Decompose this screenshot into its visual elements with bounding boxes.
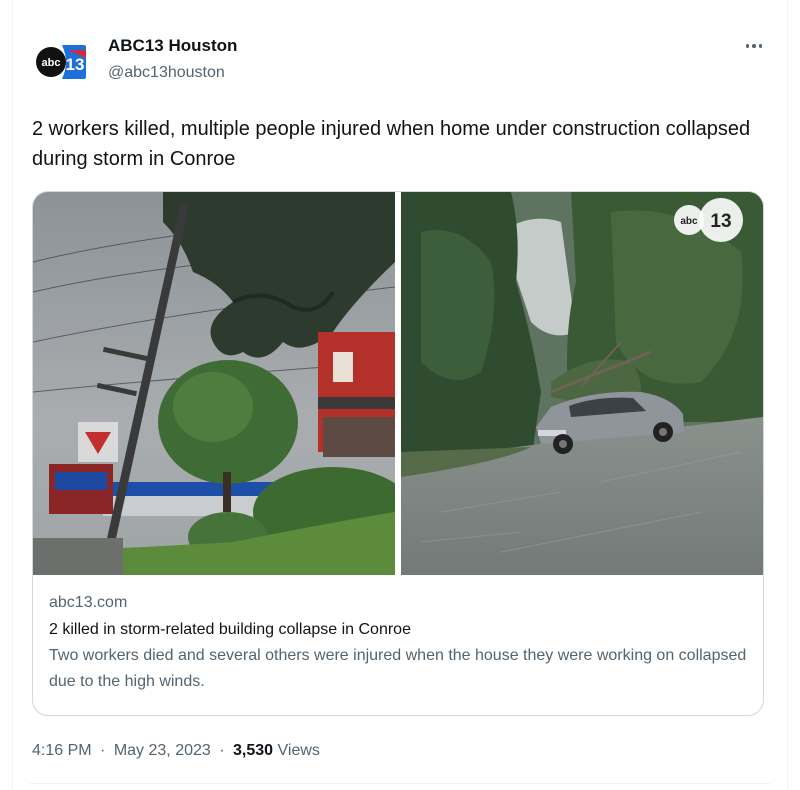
meta-separator-2: · [219,742,225,759]
avatar[interactable]: abc 13 [32,40,88,84]
card-photo-storm-street[interactable] [33,192,395,575]
more-horizontal-icon-dot [758,44,763,48]
svg-text:13: 13 [710,211,731,232]
car-fallen-tree-photo: abc 13 [401,192,763,575]
card-photo-car-fallen-tree[interactable]: abc 13 [401,192,763,575]
more-options-button[interactable] [740,34,768,58]
more-horizontal-icon [745,44,750,48]
divider [30,783,770,784]
svg-text:abc: abc [680,216,698,227]
author-handle[interactable]: @abc13houston [108,62,237,84]
card-body[interactable]: abc13.com 2 killed in storm-related buil… [49,592,747,695]
tweet-text: 2 workers killed, multiple people injure… [32,118,751,170]
card-media[interactable]: abc 13 [33,192,763,575]
tweet-time[interactable]: 4:16 PM [32,742,92,759]
card-title[interactable]: 2 killed in storm-related building colla… [49,619,747,641]
author-display-name[interactable]: ABC13 Houston [108,36,237,56]
card-description[interactable]: Two workers died and several others were… [49,643,747,695]
meta-separator: · [100,742,106,759]
views-label[interactable]: Views [278,742,320,759]
views-count[interactable]: 3,530 [233,742,273,759]
tweet-meta: 4:16 PM · May 23, 2023 · 3,530 Views [32,740,320,762]
card-domain[interactable]: abc13.com [49,592,747,614]
link-card[interactable]: abc 13 abc13.com 2 killed in storm-relat… [32,191,764,716]
svg-text:abc: abc [42,57,61,69]
tweet-date[interactable]: May 23, 2023 [114,742,211,759]
more-horizontal-icon-dot [752,44,756,48]
storm-street-photo [33,192,395,575]
abc13-logo-icon: abc 13 [36,45,86,79]
svg-text:13: 13 [66,55,85,74]
author-block: ABC13 Houston @abc13houston [108,36,237,84]
